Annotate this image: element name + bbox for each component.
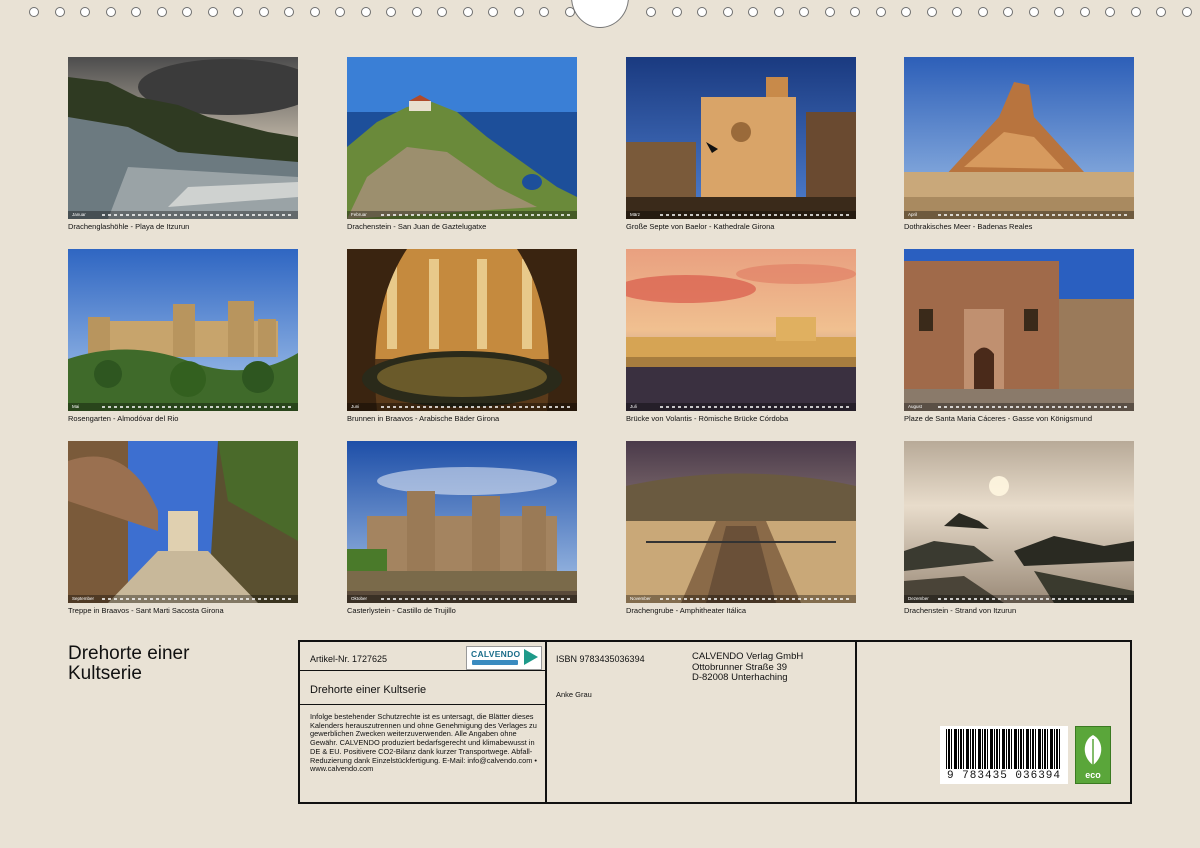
binding-ring [54, 7, 65, 17]
binding-ring [411, 7, 422, 17]
binding-ring [671, 7, 682, 17]
binding-ring [646, 7, 656, 17]
binding-ring [1079, 7, 1090, 17]
binding-ring [875, 7, 886, 17]
binding-ring [437, 7, 447, 17]
binding-ring [360, 7, 371, 17]
photo-gaztelugatxe: Februar [347, 57, 577, 219]
binding-ring [207, 7, 218, 17]
binding-ring [977, 7, 988, 17]
binding-ring [105, 7, 116, 17]
photo-caption: Dothrakisches Meer - Badenas Reales [904, 222, 1033, 231]
isbn: ISBN 9783435036394 [556, 654, 645, 664]
tile-july: Juli Brücke von Volantis - Römische Brüc… [626, 249, 856, 423]
photo-castillo-trujillo: Oktober [347, 441, 577, 603]
photo-caption: Brücke von Volantis - Römische Brücke Có… [626, 414, 789, 423]
tile-november: November Drachengrube - Amphitheater Itá… [626, 441, 856, 615]
binding-ring [513, 7, 524, 17]
legal-notice: Infolge bestehender Schutzrechte ist es … [310, 712, 537, 774]
photo-badenas-reales: April [904, 57, 1134, 219]
photo-caption: Drachenstein - Strand von Itzurun [904, 606, 1017, 615]
tile-may: Mai Rosengarten - Almodóvar del Rio [68, 249, 298, 423]
imprint-box: Artikel-Nr. 1727625 CALVENDO Drehorte ei… [298, 640, 1132, 804]
photo-caption: Drachenstein - San Juan de Gaztelugatxe [347, 222, 487, 231]
photo-strand-itzurun: Dezember [904, 441, 1134, 603]
calvendo-logo: CALVENDO [466, 646, 542, 670]
tile-august: August Plaze de Santa Maria Cáceres - Ga… [904, 249, 1134, 423]
photo-arabische-baeder: Juni [347, 249, 577, 411]
binding-ring [799, 7, 809, 17]
binding-ring [722, 7, 733, 17]
binding-ring [29, 7, 39, 17]
photo-caption: Casterlystein - Castillo de Trujillo [347, 606, 456, 615]
binding-ring [1130, 7, 1141, 17]
barcode: 9 783435 036394 [940, 726, 1068, 784]
binding-ring [309, 7, 320, 17]
binding-ring [952, 7, 962, 17]
publisher-city: D-82008 Unterhaching [692, 672, 788, 683]
binding-ring [1105, 7, 1115, 17]
photo-caption: Drachengrube - Amphitheater Itálica [626, 606, 747, 615]
tile-september: September Treppe in Braavos - Sant Marti… [68, 441, 298, 615]
photo-caption: Treppe in Braavos - Sant Marti Sacosta G… [68, 606, 224, 615]
photo-santa-maria-caceres: August [904, 249, 1134, 411]
binding-ring [1054, 7, 1064, 17]
binding-ring [156, 7, 167, 17]
binding-ring [926, 7, 937, 17]
binding-ring [1003, 7, 1013, 17]
binding-ring [335, 7, 345, 17]
photo-almodovar: Mai [68, 249, 298, 411]
author: Anke Grau [556, 690, 592, 699]
publisher-name: CALVENDO Verlag GmbH [692, 651, 804, 662]
calendar-title: Drehorte einer Kultserie [68, 643, 190, 684]
binding-ring [1156, 7, 1166, 17]
binding-ring [850, 7, 860, 17]
binding-ring [824, 7, 835, 17]
photo-roemische-bruecke: Juli [626, 249, 856, 411]
binding-ring [1181, 7, 1192, 17]
binding-ring [539, 7, 549, 17]
binding-ring [773, 7, 784, 17]
photo-caption: Brunnen in Braavos - Arabische Bäder Gir… [347, 414, 500, 423]
binding-ring [488, 7, 498, 17]
photo-caption: Plaze de Santa Maria Cáceres - Gasse von… [904, 414, 1093, 423]
binding-ring [80, 7, 90, 17]
binding-ring [284, 7, 294, 17]
tile-january: Januar Drachenglashöhle - Playa de Itzur… [68, 57, 298, 231]
tile-june: Juni Brunnen in Braavos - Arabische Bäde… [347, 249, 577, 423]
photo-playa-itzurun: Januar [68, 57, 298, 219]
article-number: Artikel-Nr. 1727625 [310, 654, 388, 664]
photo-caption: Rosengarten - Almodóvar del Rio [68, 414, 179, 423]
binding-ring [1028, 7, 1039, 17]
calendar-hanger [571, 0, 629, 28]
binding-ring [748, 7, 758, 17]
binding-ring [901, 7, 911, 17]
binding-ring [564, 7, 575, 17]
tile-february: Februar Drachenstein - San Juan de Gazte… [347, 57, 577, 231]
eco-label: eco [1085, 770, 1101, 780]
binding-ring [386, 7, 396, 17]
calendar-title-imprint: Drehorte einer Kultserie [310, 684, 427, 696]
binding-ring [131, 7, 141, 17]
binding-ring [462, 7, 473, 17]
tile-march: März Große Septe von Baelor - Kathedrale… [626, 57, 856, 231]
eco-leaf-icon: eco [1075, 726, 1111, 784]
binding-ring [258, 7, 269, 17]
tile-october: Oktober Casterlystein - Castillo de Truj… [347, 441, 577, 615]
publisher-address: CALVENDO Verlag GmbH Ottobrunner Straße … [692, 651, 804, 684]
photo-caption: Drachenglashöhle - Playa de Itzurun [68, 222, 190, 231]
tile-december: Dezember Drachenstein - Strand von Itzur… [904, 441, 1134, 615]
binding-ring [697, 7, 707, 17]
binding-ring [182, 7, 192, 17]
photo-sant-marti-sacosta: September [68, 441, 298, 603]
barcode-number: 9 783435 036394 [946, 770, 1062, 782]
spiral-binding [0, 0, 1200, 28]
photo-amphitheater-italica: November [626, 441, 856, 603]
tile-april: April Dothrakisches Meer - Badenas Reale… [904, 57, 1134, 231]
photo-caption: Große Septe von Baelor - Kathedrale Giro… [626, 222, 775, 231]
binding-ring [233, 7, 243, 17]
photo-kathedrale-girona: März [626, 57, 856, 219]
